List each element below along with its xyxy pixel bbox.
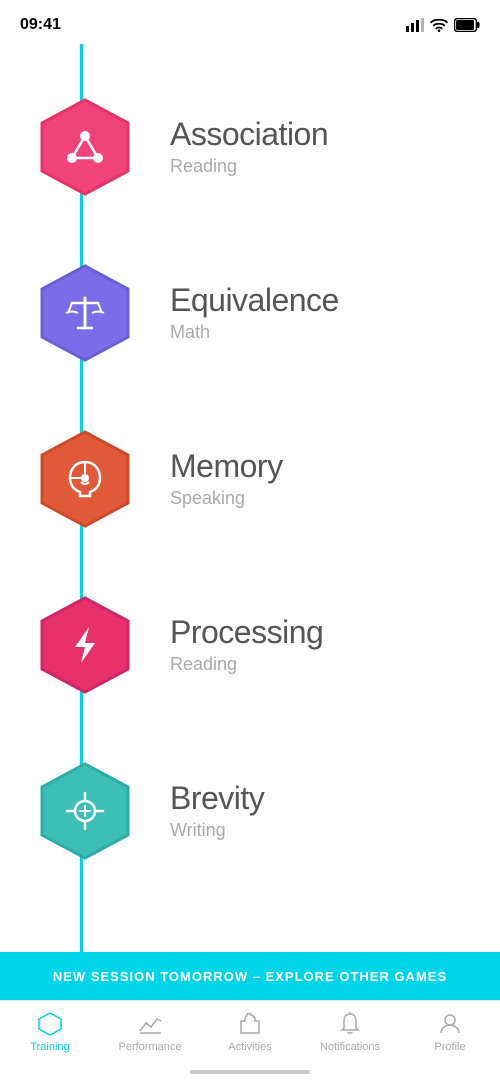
game-title-processing: Processing bbox=[170, 615, 470, 650]
head-icon bbox=[65, 458, 105, 500]
tab-profile[interactable]: Profile bbox=[400, 1011, 500, 1053]
tab-label-profile: Profile bbox=[434, 1041, 465, 1053]
hexagon-association bbox=[35, 97, 135, 197]
hexagon-wrapper-equivalence bbox=[30, 258, 140, 368]
game-item-association[interactable]: Association Reading bbox=[0, 64, 500, 230]
status-time: 09:41 bbox=[20, 16, 61, 34]
game-title-equivalence: Equivalence bbox=[170, 283, 470, 318]
hexagon-wrapper-brevity bbox=[30, 756, 140, 866]
tab-label-training: Training bbox=[30, 1041, 69, 1053]
hexagon-wrapper-memory bbox=[30, 424, 140, 534]
tab-icon-performance bbox=[137, 1011, 163, 1037]
game-list: Association Reading bbox=[0, 44, 500, 914]
tab-icon-profile bbox=[437, 1011, 463, 1037]
crosshair-icon bbox=[63, 789, 107, 833]
game-subtitle-association: Reading bbox=[170, 156, 470, 177]
flash-icon bbox=[67, 623, 103, 667]
tab-activities[interactable]: Activities bbox=[200, 1011, 300, 1053]
tab-training[interactable]: Training bbox=[0, 1011, 100, 1053]
game-text-memory: Memory Speaking bbox=[170, 449, 470, 509]
wifi-icon bbox=[430, 18, 448, 32]
hexagon-brevity bbox=[35, 761, 135, 861]
home-indicator bbox=[190, 1070, 310, 1074]
game-title-brevity: Brevity bbox=[170, 781, 470, 816]
tab-label-performance: Performance bbox=[119, 1041, 182, 1053]
game-title-association: Association bbox=[170, 117, 470, 152]
game-subtitle-equivalence: Math bbox=[170, 322, 470, 343]
banner[interactable]: NEW SESSION TOMORROW – EXPLORE OTHER GAM… bbox=[0, 952, 500, 1000]
tab-notifications[interactable]: Notifications bbox=[300, 1011, 400, 1053]
banner-text: NEW SESSION TOMORROW – EXPLORE OTHER GAM… bbox=[53, 969, 447, 984]
status-bar: 09:41 bbox=[0, 0, 500, 44]
hexagon-equivalence bbox=[35, 263, 135, 363]
game-text-brevity: Brevity Writing bbox=[170, 781, 470, 841]
game-subtitle-memory: Speaking bbox=[170, 488, 470, 509]
tab-label-activities: Activities bbox=[228, 1041, 271, 1053]
tab-icon-notifications bbox=[337, 1011, 363, 1037]
battery-icon bbox=[454, 18, 480, 32]
tab-label-notifications: Notifications bbox=[320, 1041, 380, 1053]
hexagon-wrapper-association bbox=[30, 92, 140, 202]
game-item-processing[interactable]: Processing Reading bbox=[0, 562, 500, 728]
signal-icon bbox=[406, 18, 424, 32]
scale-icon bbox=[64, 293, 106, 333]
game-text-equivalence: Equivalence Math bbox=[170, 283, 470, 343]
game-text-association: Association Reading bbox=[170, 117, 470, 177]
game-item-memory[interactable]: Memory Speaking bbox=[0, 396, 500, 562]
game-text-processing: Processing Reading bbox=[170, 615, 470, 675]
game-subtitle-processing: Reading bbox=[170, 654, 470, 675]
main-content: Association Reading bbox=[0, 44, 500, 952]
game-subtitle-brevity: Writing bbox=[170, 820, 470, 841]
tab-icon-activities bbox=[237, 1011, 263, 1037]
tab-icon-training bbox=[37, 1011, 63, 1037]
tab-performance[interactable]: Performance bbox=[100, 1011, 200, 1053]
hexagon-memory bbox=[35, 429, 135, 529]
status-icons bbox=[406, 18, 480, 32]
hexagon-wrapper-processing bbox=[30, 590, 140, 700]
tab-bar: Training Performance Activities bbox=[0, 1000, 500, 1080]
nodes-icon bbox=[64, 128, 106, 166]
hexagon-processing bbox=[35, 595, 135, 695]
game-item-brevity[interactable]: Brevity Writing bbox=[0, 728, 500, 894]
game-title-memory: Memory bbox=[170, 449, 470, 484]
game-item-equivalence[interactable]: Equivalence Math bbox=[0, 230, 500, 396]
